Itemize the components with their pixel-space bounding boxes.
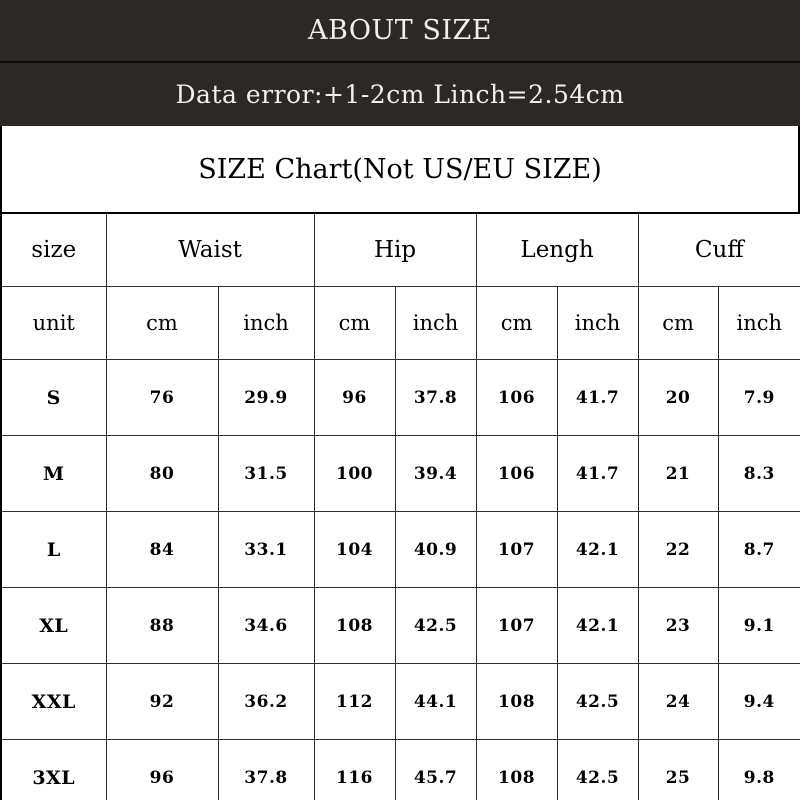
cell-lengh-cm: 108 — [475, 663, 558, 740]
cell-waist-inch: 37.8 — [217, 739, 315, 800]
about-size-title: ABOUT SIZE — [308, 15, 492, 46]
unit-lengh-cm: cm — [475, 286, 558, 360]
table-row: L 84 33.1 104 40.9 107 42.1 22 8.7 — [0, 511, 800, 588]
cell-cuff-inch: 8.3 — [717, 435, 800, 512]
table-row: XXL 92 36.2 112 44.1 108 42.5 24 9.4 — [0, 663, 800, 740]
cell-size: L — [0, 511, 107, 588]
header-waist: Waist — [105, 212, 315, 287]
table-row: XL 88 34.6 108 42.5 107 42.1 23 9.1 — [0, 587, 800, 664]
cell-cuff-inch: 8.7 — [717, 511, 800, 588]
cell-size: M — [0, 435, 107, 512]
table-row: M 80 31.5 100 39.4 106 41.7 21 8.3 — [0, 435, 800, 512]
cell-cuff-cm: 25 — [637, 739, 719, 800]
cell-lengh-inch: 42.5 — [556, 663, 639, 740]
cell-lengh-cm: 107 — [475, 511, 558, 588]
cell-waist-inch: 33.1 — [217, 511, 315, 588]
cell-lengh-cm: 107 — [475, 587, 558, 664]
cell-lengh-cm: 108 — [475, 739, 558, 800]
cell-cuff-inch: 9.8 — [717, 739, 800, 800]
cell-waist-cm: 92 — [105, 663, 219, 740]
cell-lengh-cm: 106 — [475, 359, 558, 436]
size-chart-title-band: SIZE Chart(Not US/EU SIZE) — [0, 126, 800, 212]
unit-waist-cm: cm — [105, 286, 219, 360]
cell-cuff-inch: 9.1 — [717, 587, 800, 664]
data-error-banner: Data error:+1-2cm Linch=2.54cm — [0, 63, 800, 126]
cell-size: XL — [0, 587, 107, 664]
cell-cuff-cm: 24 — [637, 663, 719, 740]
cell-cuff-cm: 22 — [637, 511, 719, 588]
header-hip: Hip — [313, 212, 477, 287]
size-chart-page: ABOUT SIZE Data error:+1-2cm Linch=2.54c… — [0, 0, 800, 800]
cell-size: S — [0, 359, 107, 436]
size-chart-table: size Waist Hip Lengh Cuff unit cm inch c… — [0, 212, 800, 800]
header-size: size — [0, 212, 107, 287]
unit-waist-inch: inch — [217, 286, 315, 360]
table-row: S 76 29.9 96 37.8 106 41.7 20 7.9 — [0, 359, 800, 436]
data-error-note: Data error:+1-2cm Linch=2.54cm — [175, 80, 625, 109]
table-unit-row: unit cm inch cm inch cm inch cm inch — [0, 286, 800, 360]
cell-lengh-cm: 106 — [475, 435, 558, 512]
cell-size: XXL — [0, 663, 107, 740]
cell-cuff-cm: 20 — [637, 359, 719, 436]
unit-hip-inch: inch — [394, 286, 477, 360]
cell-lengh-inch: 42.1 — [556, 511, 639, 588]
unit-cuff-cm: cm — [637, 286, 719, 360]
cell-waist-cm: 96 — [105, 739, 219, 800]
cell-lengh-inch: 42.1 — [556, 587, 639, 664]
header-cuff: Cuff — [637, 212, 800, 287]
cell-size: 3XL — [0, 739, 107, 800]
cell-waist-inch: 31.5 — [217, 435, 315, 512]
cell-hip-cm: 112 — [313, 663, 396, 740]
cell-cuff-cm: 23 — [637, 587, 719, 664]
unit-lengh-inch: inch — [556, 286, 639, 360]
page-title: SIZE Chart(Not US/EU SIZE) — [198, 153, 602, 185]
cell-hip-inch: 39.4 — [394, 435, 477, 512]
cell-hip-cm: 104 — [313, 511, 396, 588]
cell-hip-cm: 108 — [313, 587, 396, 664]
cell-hip-inch: 44.1 — [394, 663, 477, 740]
cell-cuff-cm: 21 — [637, 435, 719, 512]
cell-hip-inch: 45.7 — [394, 739, 477, 800]
cell-cuff-inch: 9.4 — [717, 663, 800, 740]
cell-hip-inch: 37.8 — [394, 359, 477, 436]
cell-lengh-inch: 41.7 — [556, 435, 639, 512]
table-group-header-row: size Waist Hip Lengh Cuff — [0, 212, 800, 287]
cell-hip-inch: 40.9 — [394, 511, 477, 588]
cell-hip-inch: 42.5 — [394, 587, 477, 664]
cell-waist-inch: 36.2 — [217, 663, 315, 740]
unit-hip-cm: cm — [313, 286, 396, 360]
cell-waist-inch: 34.6 — [217, 587, 315, 664]
cell-waist-cm: 80 — [105, 435, 219, 512]
cell-waist-cm: 76 — [105, 359, 219, 436]
cell-hip-cm: 96 — [313, 359, 396, 436]
cell-waist-cm: 88 — [105, 587, 219, 664]
table-row: 3XL 96 37.8 116 45.7 108 42.5 25 9.8 — [0, 739, 800, 800]
cell-cuff-inch: 7.9 — [717, 359, 800, 436]
cell-lengh-inch: 41.7 — [556, 359, 639, 436]
cell-hip-cm: 100 — [313, 435, 396, 512]
cell-hip-cm: 116 — [313, 739, 396, 800]
unit-cuff-inch: inch — [717, 286, 800, 360]
about-size-banner: ABOUT SIZE — [0, 0, 800, 63]
cell-lengh-inch: 42.5 — [556, 739, 639, 800]
unit-label: unit — [0, 286, 107, 360]
header-lengh: Lengh — [475, 212, 639, 287]
cell-waist-cm: 84 — [105, 511, 219, 588]
cell-waist-inch: 29.9 — [217, 359, 315, 436]
